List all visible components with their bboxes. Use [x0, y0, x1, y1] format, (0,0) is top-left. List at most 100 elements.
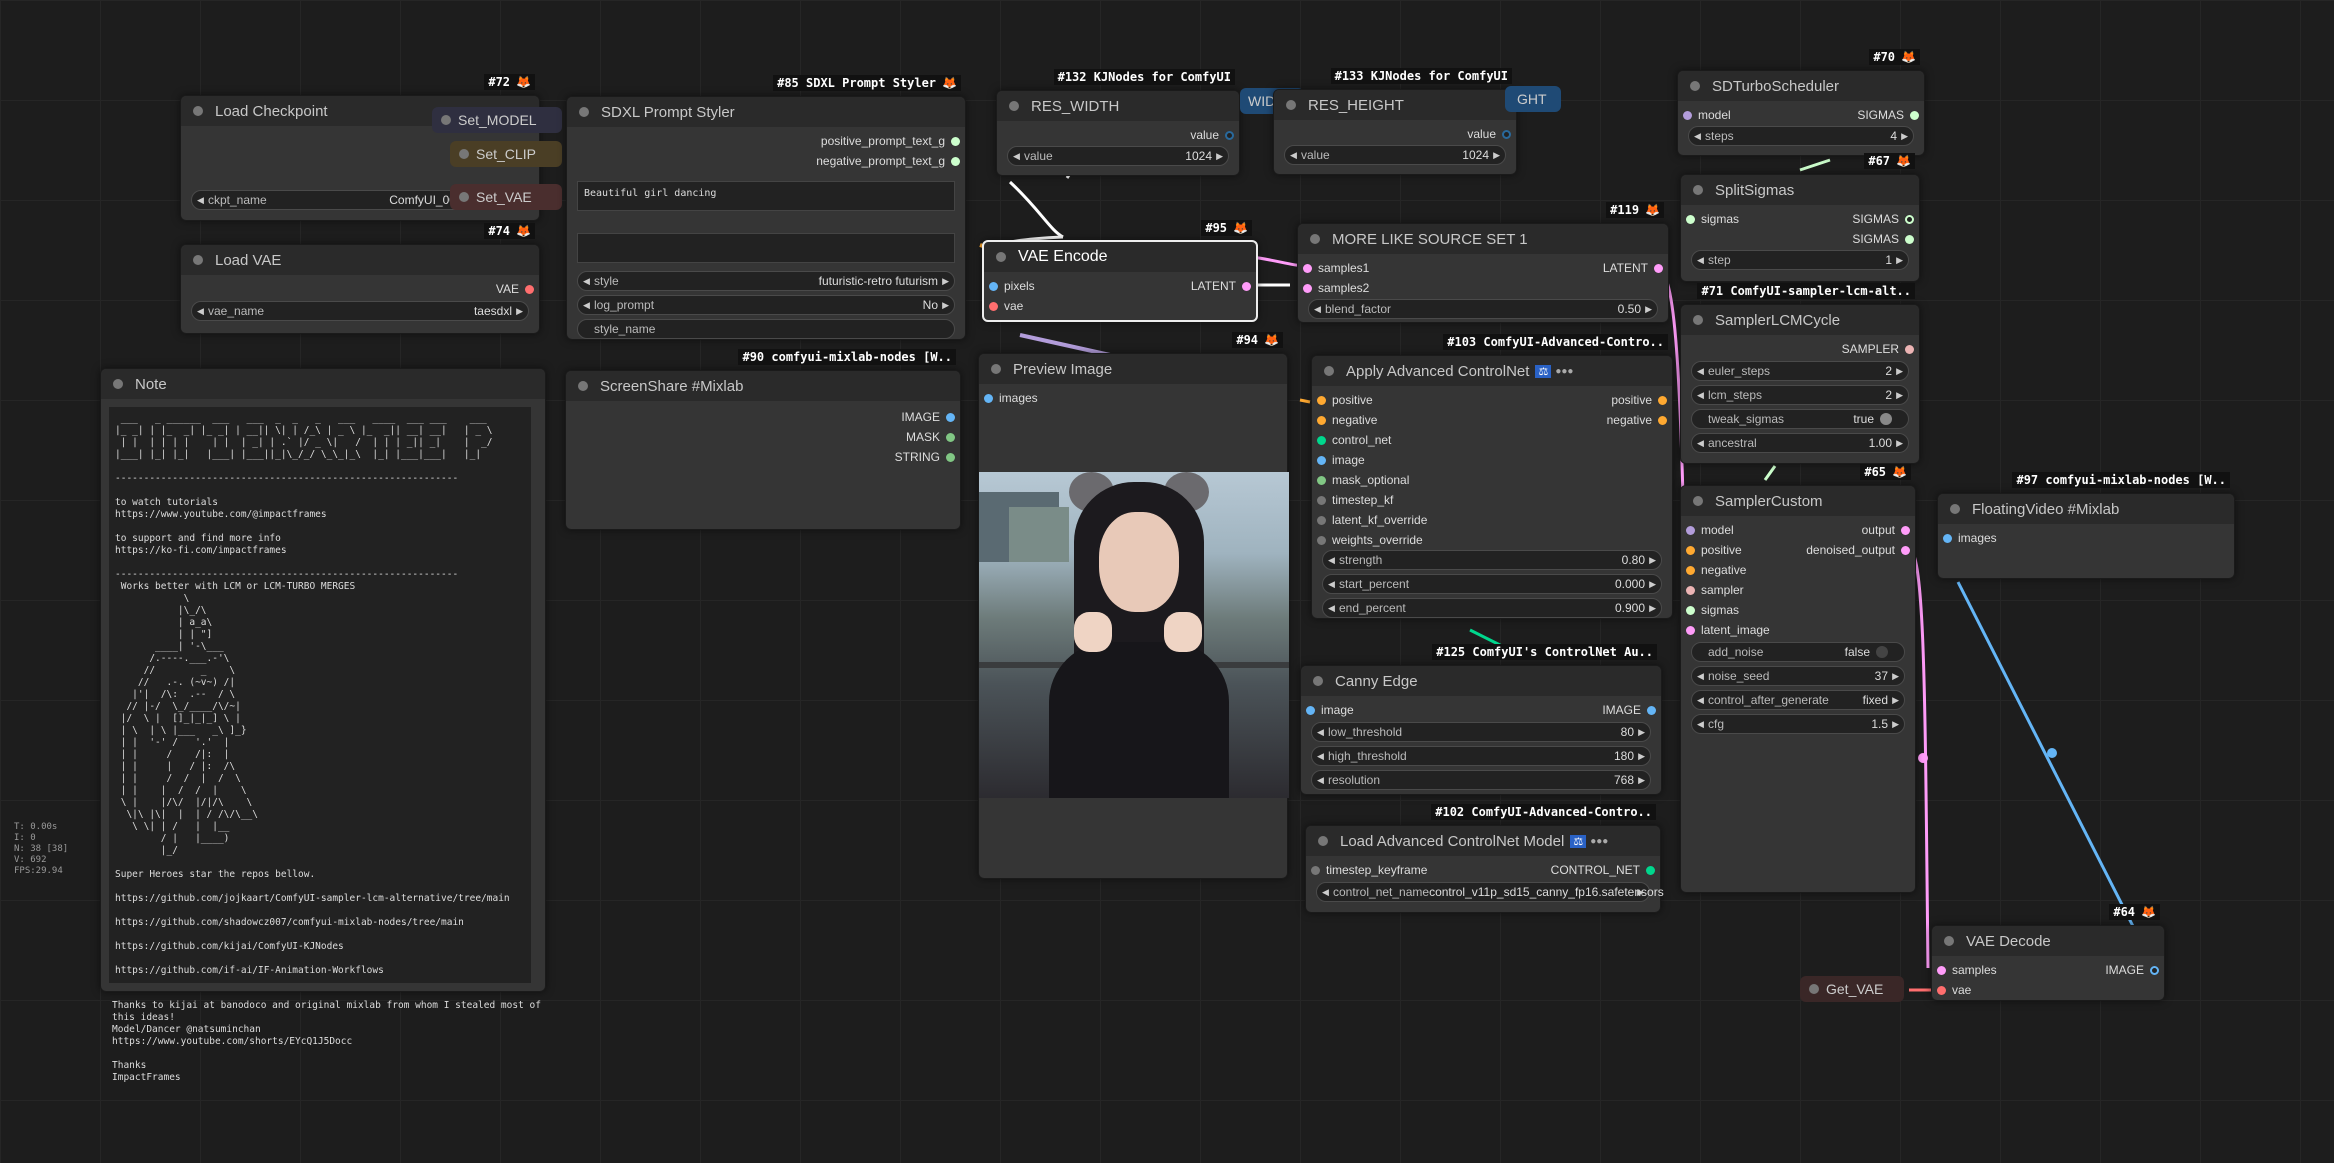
- collapse-dot[interactable]: [1009, 101, 1019, 111]
- positive-prompt-textarea[interactable]: Beautiful girl dancing: [577, 181, 955, 211]
- low-threshold-widget[interactable]: low_threshold80: [1311, 722, 1651, 742]
- collapse-dot[interactable]: [1318, 836, 1328, 846]
- collapse-dot[interactable]: [1310, 234, 1320, 244]
- note-text[interactable]: ___ _ ______ ___ ___ _ _ _ ___ ____ ___ …: [109, 407, 531, 983]
- mask-output[interactable]: MASK: [566, 427, 960, 447]
- euler-steps-widget[interactable]: euler_steps2: [1691, 361, 1909, 381]
- sampler-output[interactable]: SAMPLER: [1681, 339, 1919, 359]
- lcm-steps-widget[interactable]: lcm_steps2: [1691, 385, 1909, 405]
- negative-prompt-textarea[interactable]: [577, 233, 955, 263]
- vae-output[interactable]: VAE: [181, 279, 539, 299]
- apply-advanced-controlnet-node[interactable]: #103 ComfyUI-Advanced-Contro.. Apply Adv…: [1311, 334, 1673, 619]
- noise-seed-widget[interactable]: noise_seed37: [1691, 666, 1905, 686]
- res-height-node[interactable]: #133 KJNodes for ComfyUI RES_HEIGHT valu…: [1273, 68, 1517, 175]
- control-after-generate-widget[interactable]: control_after_generatefixed: [1691, 690, 1905, 710]
- negative-prompt-output[interactable]: negative_prompt_text_g: [567, 151, 965, 171]
- mask-optional-input[interactable]: mask_optional: [1312, 470, 1672, 490]
- style-name-input[interactable]: style_name: [577, 319, 955, 339]
- steps-widget[interactable]: steps4: [1688, 126, 1914, 146]
- collapse-dot[interactable]: [996, 252, 1006, 262]
- sdxl-prompt-styler-node[interactable]: #85 SDXL Prompt Styler 🦊 SDXL Prompt Styl…: [566, 75, 966, 340]
- sigmas-output[interactable]: SIGMAS: [1678, 105, 1924, 125]
- vae-name-widget[interactable]: vae_nametaesdxl: [191, 301, 529, 321]
- vae-input[interactable]: vae: [1932, 980, 2164, 1000]
- set-vae-node[interactable]: Set_VAE: [450, 184, 562, 210]
- screenshare-node[interactable]: #90 comfyui-mixlab-nodes [W.. ScreenShar…: [565, 349, 961, 530]
- collapse-dot[interactable]: [1693, 185, 1703, 195]
- vae-encode-node[interactable]: #95 🦊 VAE Encode pixels vae LATENT: [982, 220, 1258, 322]
- high-threshold-widget[interactable]: high_threshold180: [1311, 746, 1651, 766]
- negative-output[interactable]: negative: [1312, 410, 1672, 430]
- collapse-dot[interactable]: [1324, 366, 1334, 376]
- value-output[interactable]: value: [997, 125, 1239, 145]
- more-like-source-node[interactable]: #119 🦊 MORE LIKE SOURCE SET 1 samples1 sa…: [1297, 202, 1669, 323]
- load-advanced-controlnet-model-node[interactable]: #102 ComfyUI-Advanced-Contro.. Load Adva…: [1305, 804, 1664, 913]
- canny-edge-node[interactable]: #125 ComfyUI's ControlNet Au.. Canny Edg…: [1300, 644, 1662, 795]
- sigmas-high-output[interactable]: SIGMAS: [1681, 209, 1919, 229]
- resolution-widget[interactable]: resolution768: [1311, 770, 1651, 790]
- samples2-input[interactable]: samples2: [1298, 278, 1668, 298]
- collapse-dot[interactable]: [1693, 496, 1703, 506]
- collapse-dot[interactable]: [991, 364, 1001, 374]
- collapse-dot[interactable]: [578, 381, 588, 391]
- get-vae-node[interactable]: Get_VAE: [1800, 976, 1904, 1002]
- value-output[interactable]: value: [1274, 124, 1516, 144]
- note-node[interactable]: Note ___ _ ______ ___ ___ _ _ _ ___ ____…: [100, 368, 546, 992]
- collapse-dot[interactable]: [193, 255, 203, 265]
- split-sigmas-node[interactable]: #67🦊 SplitSigmas sigmas SIGMAS SIGMAS st…: [1680, 153, 1920, 282]
- collapse-dot[interactable]: [579, 107, 589, 117]
- collapse-dot[interactable]: [1693, 315, 1703, 325]
- log-prompt-widget[interactable]: log_promptNo: [577, 295, 955, 315]
- control-net-input[interactable]: control_net: [1312, 430, 1672, 450]
- tweak-sigmas-toggle[interactable]: tweak_sigmas true: [1691, 409, 1909, 429]
- collapse-dot[interactable]: [1690, 81, 1700, 91]
- floating-video-node[interactable]: #97 comfyui-mixlab-nodes [W.. FloatingVi…: [1937, 472, 2235, 579]
- output-output[interactable]: output: [1681, 520, 1915, 540]
- control-net-name-widget[interactable]: control_net_namecontrol_v11p_sd15_canny_…: [1316, 882, 1664, 902]
- collapse-dot[interactable]: [193, 106, 203, 116]
- collapse-dot[interactable]: [1313, 676, 1323, 686]
- res-width-node[interactable]: #132 KJNodes for ComfyUI RES_WIDTH value…: [996, 69, 1240, 176]
- image-output[interactable]: IMAGE: [1932, 960, 2164, 980]
- positive-prompt-output[interactable]: positive_prompt_text_g: [567, 131, 965, 151]
- vae-input[interactable]: vae: [984, 296, 1256, 316]
- blend-factor-widget[interactable]: blend_factor0.50: [1308, 299, 1658, 319]
- latent-kf-override-input[interactable]: latent_kf_override: [1312, 510, 1672, 530]
- height-value-widget[interactable]: value1024: [1284, 145, 1506, 165]
- end-percent-widget[interactable]: end_percent0.900: [1322, 598, 1662, 618]
- ancestral-widget[interactable]: ancestral1.00: [1691, 433, 1909, 453]
- sdturbo-scheduler-node[interactable]: #70🦊 SDTurboScheduler model SIGMAS steps…: [1677, 49, 1925, 156]
- latent-image-input[interactable]: latent_image: [1681, 620, 1915, 640]
- set-clip-node[interactable]: Set_CLIP: [450, 141, 562, 167]
- timestep-kf-input[interactable]: timestep_kf: [1312, 490, 1672, 510]
- collapse-dot[interactable]: [1286, 100, 1296, 110]
- images-input[interactable]: images: [1938, 528, 2234, 548]
- width-value-widget[interactable]: value1024: [1007, 146, 1229, 166]
- style-widget[interactable]: stylefuturistic-retro futurism: [577, 271, 955, 291]
- start-percent-widget[interactable]: start_percent0.000: [1322, 574, 1662, 594]
- collapse-dot[interactable]: [1950, 504, 1960, 514]
- sampler-custom-node[interactable]: #65 🦊 SamplerCustom model positive negati…: [1680, 464, 1916, 893]
- image-output[interactable]: IMAGE: [1301, 700, 1661, 720]
- images-input[interactable]: images: [979, 388, 1287, 408]
- sampler-input[interactable]: sampler: [1681, 580, 1915, 600]
- set-model-node[interactable]: Set_MODEL: [432, 107, 562, 133]
- height-tag[interactable]: GHT: [1505, 86, 1561, 112]
- denoised-output[interactable]: denoised_output: [1681, 540, 1915, 560]
- collapse-dot[interactable]: [1944, 936, 1954, 946]
- add-noise-toggle[interactable]: add_noise false: [1691, 642, 1905, 662]
- positive-output[interactable]: positive: [1312, 390, 1672, 410]
- preview-image-node[interactable]: #94 🦊 Preview Image images: [978, 332, 1289, 879]
- sampler-lcm-cycle-node[interactable]: #71 ComfyUI-sampler-lcm-alt.. SamplerLCM…: [1680, 283, 1920, 464]
- latent-output[interactable]: LATENT: [1298, 258, 1668, 278]
- sigmas-low-output[interactable]: SIGMAS: [1681, 229, 1919, 249]
- collapse-dot[interactable]: [113, 379, 123, 389]
- latent-output[interactable]: LATENT: [984, 276, 1256, 296]
- string-output[interactable]: STRING: [566, 447, 960, 467]
- step-widget[interactable]: step1: [1691, 250, 1909, 270]
- vae-decode-node[interactable]: #64 🦊 VAE Decode samples vae IMAGE: [1931, 904, 2165, 1001]
- image-output[interactable]: IMAGE: [566, 407, 960, 427]
- strength-widget[interactable]: strength0.80: [1322, 550, 1662, 570]
- negative-input[interactable]: negative: [1681, 560, 1915, 580]
- weights-override-input[interactable]: weights_override: [1312, 530, 1672, 550]
